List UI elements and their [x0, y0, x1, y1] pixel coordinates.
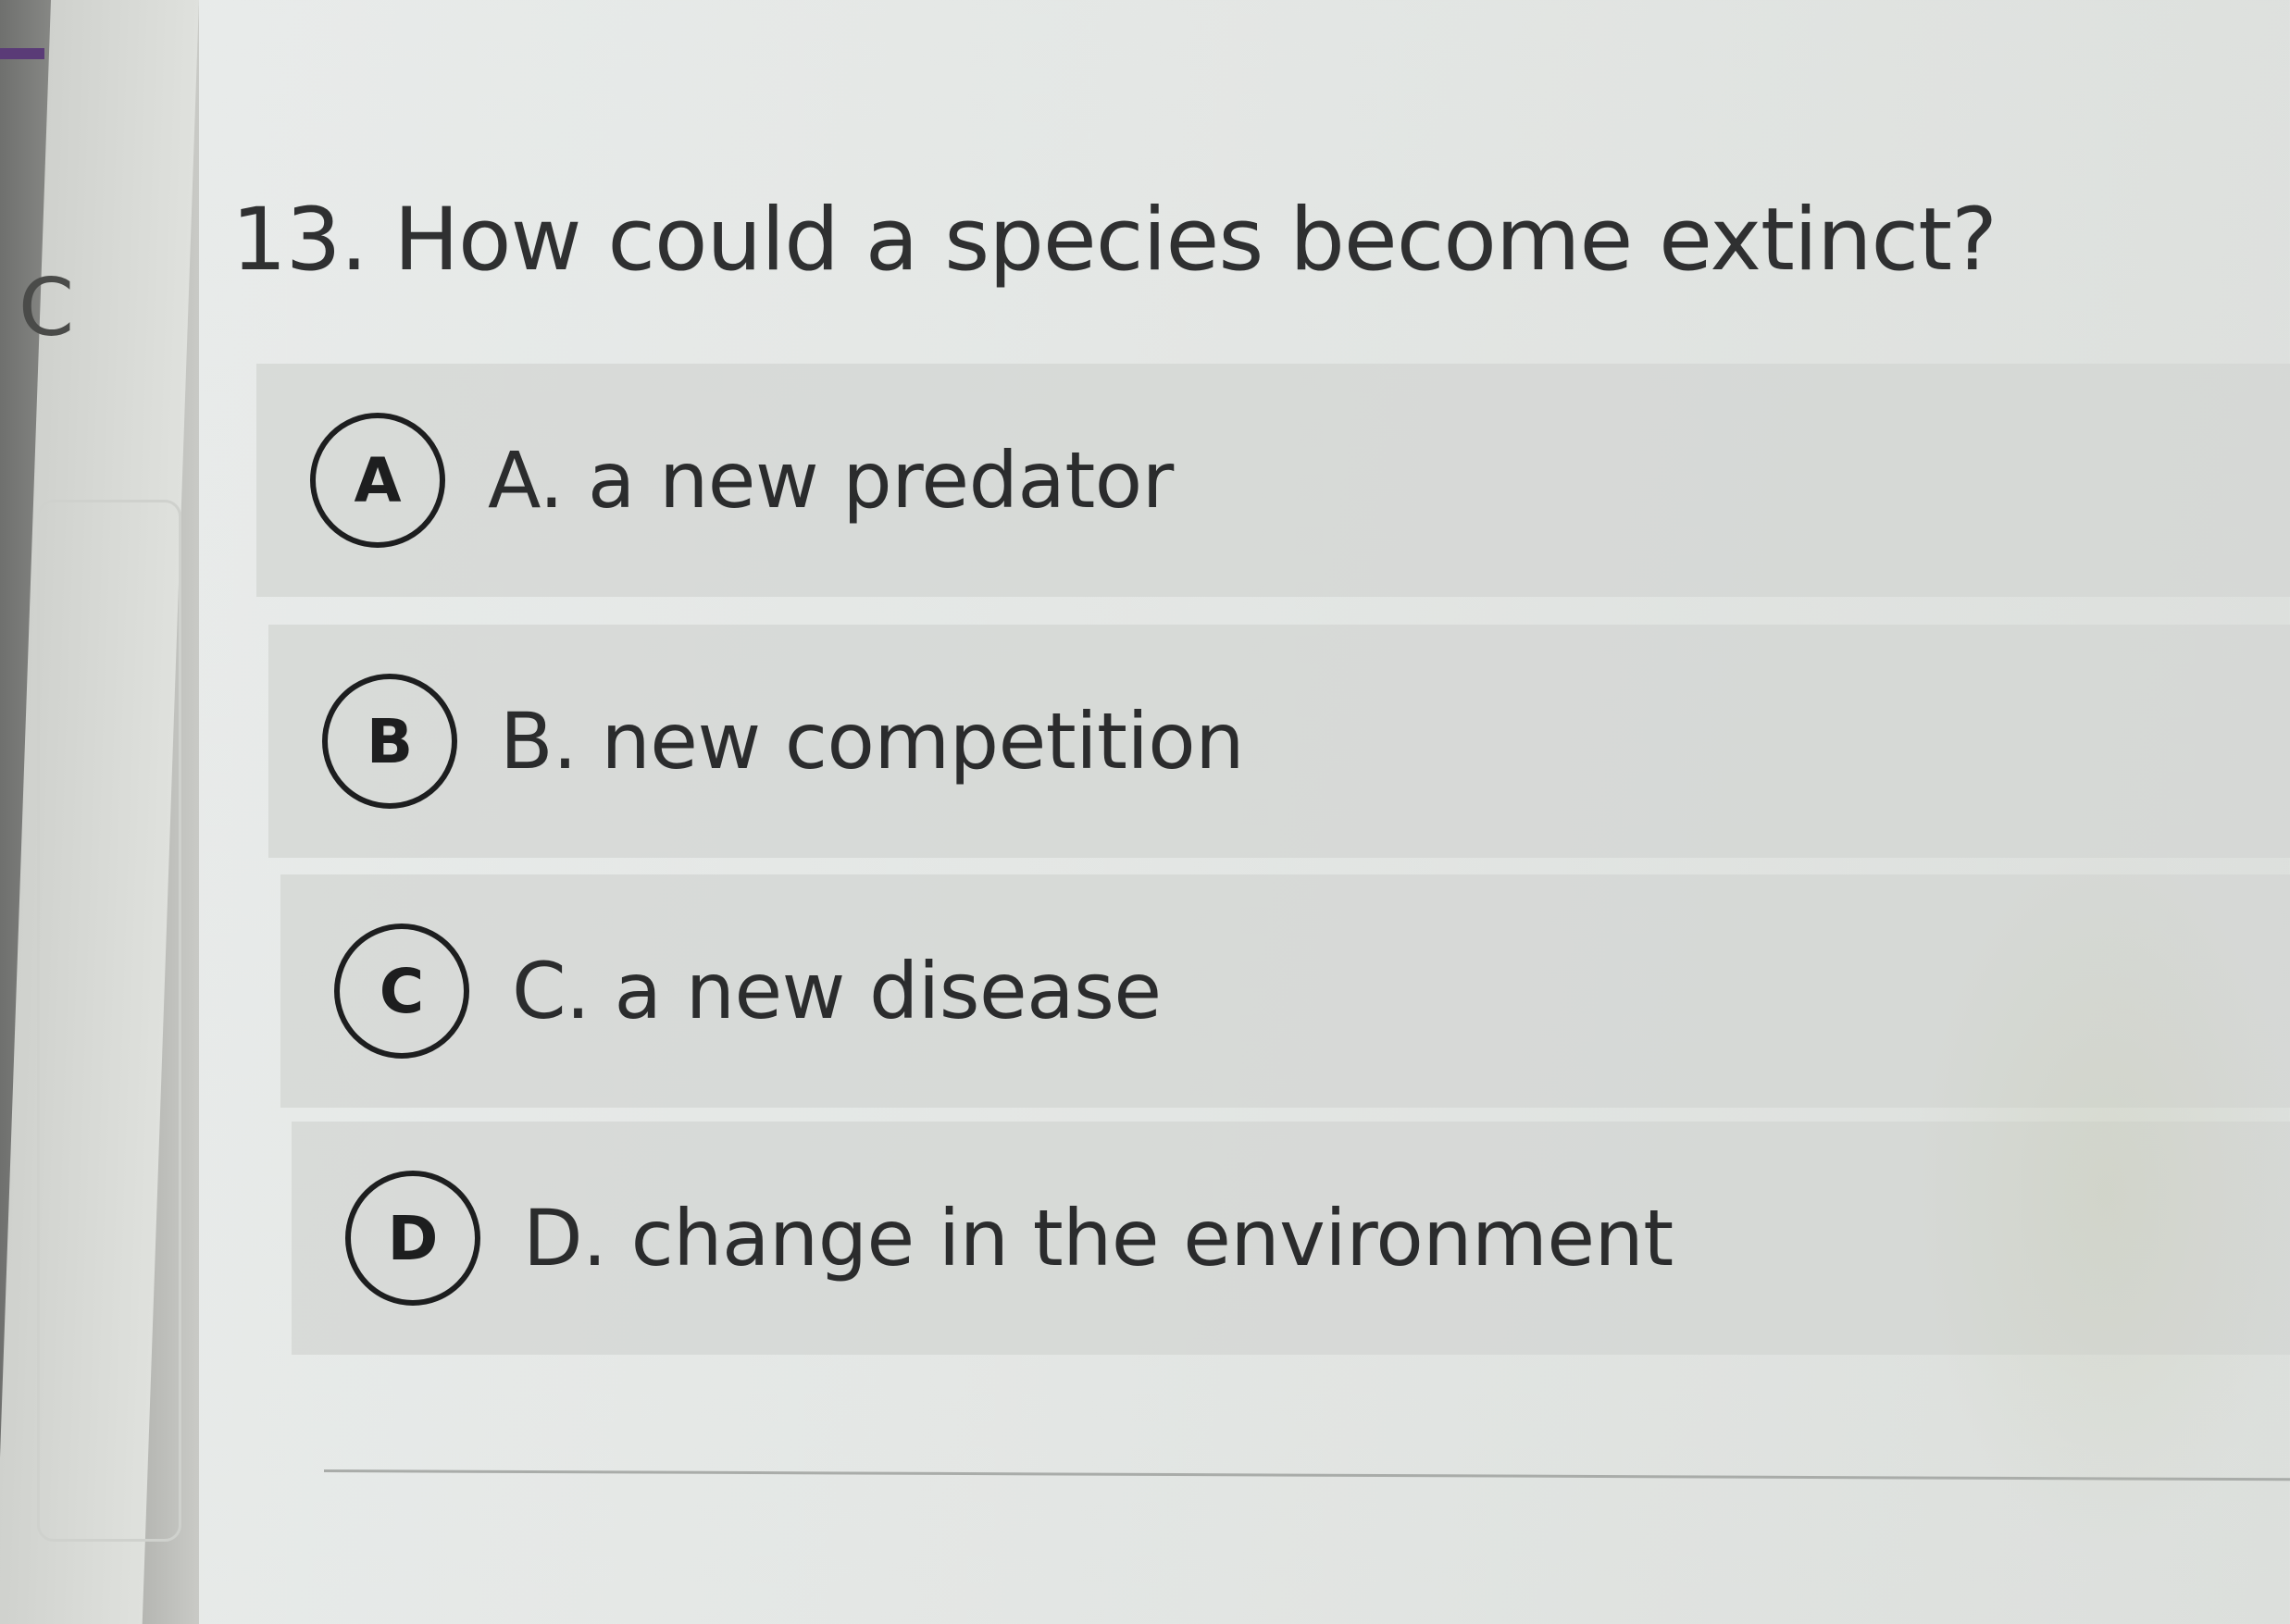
divider	[323, 1469, 2290, 1481]
answer-option-d[interactable]: D D. change in the environment	[292, 1122, 2290, 1355]
sidebar-edge-letter: C	[19, 262, 75, 354]
option-label: A. a new predator	[488, 435, 1174, 526]
option-letter-badge[interactable]: A	[310, 413, 445, 548]
question-area: 13. How could a species become extinct? …	[199, 0, 2290, 1624]
answer-option-a[interactable]: A A. a new predator	[256, 364, 2290, 597]
sidebar-panel	[37, 500, 181, 1542]
option-label: D. change in the environment	[523, 1193, 1674, 1283]
option-label: B. new competition	[500, 696, 1244, 787]
answer-option-b[interactable]: B B. new competition	[268, 625, 2290, 858]
option-letter-badge[interactable]: D	[345, 1171, 480, 1306]
answer-option-c[interactable]: C C. a new disease	[280, 874, 2290, 1108]
accent-bar	[0, 48, 44, 59]
option-letter-badge[interactable]: C	[334, 924, 469, 1059]
option-label: C. a new disease	[512, 946, 1162, 1036]
question-title: 13. How could a species become extinct?	[231, 190, 1998, 291]
option-letter-badge[interactable]: B	[322, 674, 457, 809]
